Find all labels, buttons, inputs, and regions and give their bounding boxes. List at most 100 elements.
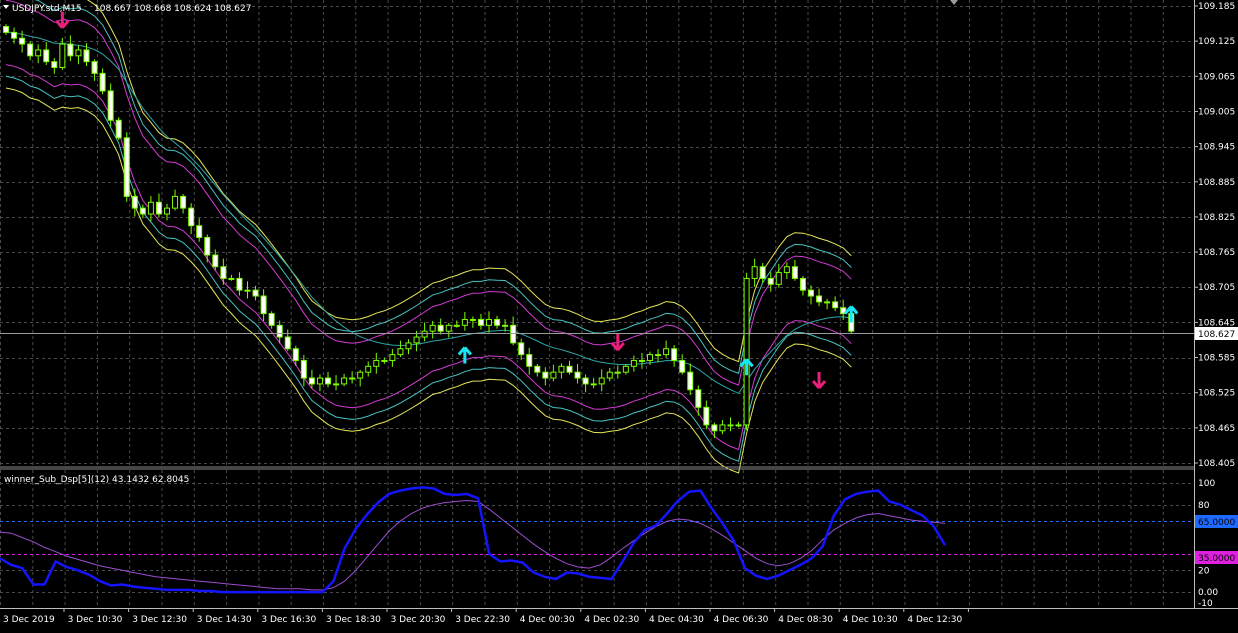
candle-body[interactable] — [228, 277, 235, 280]
candle-body[interactable] — [663, 348, 670, 356]
candle-body[interactable] — [469, 318, 476, 321]
candle-body[interactable] — [791, 266, 798, 279]
candle-body[interactable] — [75, 49, 82, 57]
candle-body[interactable] — [147, 201, 154, 215]
candle-body[interactable] — [711, 424, 718, 432]
candle-body[interactable] — [695, 389, 702, 408]
candle-body[interactable] — [671, 348, 678, 361]
candle-body[interactable] — [759, 266, 766, 279]
candle-body[interactable] — [204, 236, 211, 256]
candle-body[interactable] — [365, 365, 372, 373]
candle-body[interactable] — [3, 26, 9, 33]
candle-body[interactable] — [91, 61, 98, 74]
candle-body[interactable] — [461, 318, 468, 326]
candle-body[interactable] — [622, 365, 629, 373]
candle-body[interactable] — [590, 383, 597, 386]
candle-body[interactable] — [582, 377, 589, 385]
candle-body[interactable] — [437, 324, 444, 332]
candle-body[interactable] — [743, 277, 750, 426]
candle-body[interactable] — [349, 377, 356, 380]
candle-body[interactable] — [300, 359, 307, 379]
candle-body[interactable] — [719, 424, 726, 432]
candle-body[interactable] — [268, 313, 275, 326]
candle-body[interactable] — [775, 272, 782, 285]
candle-body[interactable] — [11, 31, 18, 39]
candle-body[interactable] — [647, 354, 653, 361]
candle-body[interactable] — [566, 365, 573, 373]
candle-body[interactable] — [252, 289, 259, 297]
candle-body[interactable] — [292, 348, 299, 361]
candle-body[interactable] — [630, 359, 637, 367]
candle-body[interactable] — [727, 424, 734, 427]
candle-body[interactable] — [172, 195, 179, 209]
candle-body[interactable] — [510, 324, 517, 344]
candle-body[interactable] — [123, 137, 130, 197]
candle-body[interactable] — [558, 365, 565, 373]
candle-body[interactable] — [27, 43, 34, 57]
candle-body[interactable] — [260, 295, 267, 315]
candle-body[interactable] — [19, 37, 26, 45]
candle-body[interactable] — [115, 119, 122, 139]
candle-body[interactable] — [574, 371, 581, 379]
candle-body[interactable] — [445, 324, 452, 332]
candle-body[interactable] — [59, 43, 66, 69]
candle-body[interactable] — [155, 201, 162, 215]
candle-body[interactable] — [679, 359, 686, 373]
candle-body[interactable] — [397, 348, 404, 356]
candle-body[interactable] — [212, 254, 219, 268]
candle-body[interactable] — [783, 266, 790, 274]
candle-body[interactable] — [188, 207, 195, 227]
candle-body[interactable] — [35, 49, 42, 57]
candle-body[interactable] — [325, 377, 331, 385]
candle-body[interactable] — [308, 377, 315, 385]
candle-body[interactable] — [808, 289, 814, 297]
candle-body[interactable] — [51, 61, 58, 69]
candle-body[interactable] — [139, 207, 146, 215]
candle-body[interactable] — [381, 359, 388, 362]
candle-body[interactable] — [638, 359, 645, 362]
candle-body[interactable] — [107, 90, 114, 121]
candle-body[interactable] — [284, 336, 291, 350]
candle-body[interactable] — [526, 354, 533, 367]
candle-body[interactable] — [598, 377, 605, 385]
candle-body[interactable] — [131, 195, 138, 209]
candle-body[interactable] — [333, 383, 340, 386]
candle-body[interactable] — [655, 354, 662, 357]
candle-body[interactable] — [180, 195, 187, 209]
candle-body[interactable] — [357, 371, 364, 379]
candle-body[interactable] — [816, 295, 823, 303]
candle-body[interactable] — [550, 371, 557, 379]
candle-body[interactable] — [220, 266, 227, 279]
candle-body[interactable] — [832, 301, 839, 309]
candle-body[interactable] — [494, 318, 501, 326]
candle-body[interactable] — [486, 318, 492, 326]
candle-body[interactable] — [341, 377, 348, 385]
candle-body[interactable] — [413, 336, 420, 344]
candle-body[interactable] — [43, 49, 50, 63]
candle-body[interactable] — [824, 301, 831, 304]
candle-body[interactable] — [751, 266, 758, 279]
candle-body[interactable] — [542, 371, 549, 379]
candle-body[interactable] — [606, 371, 613, 379]
candle-body[interactable] — [614, 371, 621, 374]
candle-body[interactable] — [236, 277, 243, 291]
candle-body[interactable] — [429, 324, 436, 332]
candle-body[interactable] — [373, 359, 380, 367]
candle-body[interactable] — [316, 377, 323, 385]
candle-body[interactable] — [405, 342, 412, 350]
candle-body[interactable] — [735, 424, 742, 427]
candle-body[interactable] — [799, 277, 806, 291]
candle-body[interactable] — [164, 207, 170, 215]
candle-body[interactable] — [453, 324, 460, 327]
candle-body[interactable] — [703, 406, 710, 426]
candle-body[interactable] — [477, 318, 484, 326]
candle-body[interactable] — [244, 289, 251, 292]
candle-body[interactable] — [502, 324, 509, 327]
candle-body[interactable] — [99, 72, 106, 92]
candle-body[interactable] — [67, 43, 74, 57]
candle-body[interactable] — [421, 330, 428, 338]
candle-body[interactable] — [196, 225, 203, 238]
candle-body[interactable] — [518, 342, 525, 356]
candle-body[interactable] — [687, 371, 694, 391]
candle-body[interactable] — [276, 324, 283, 338]
